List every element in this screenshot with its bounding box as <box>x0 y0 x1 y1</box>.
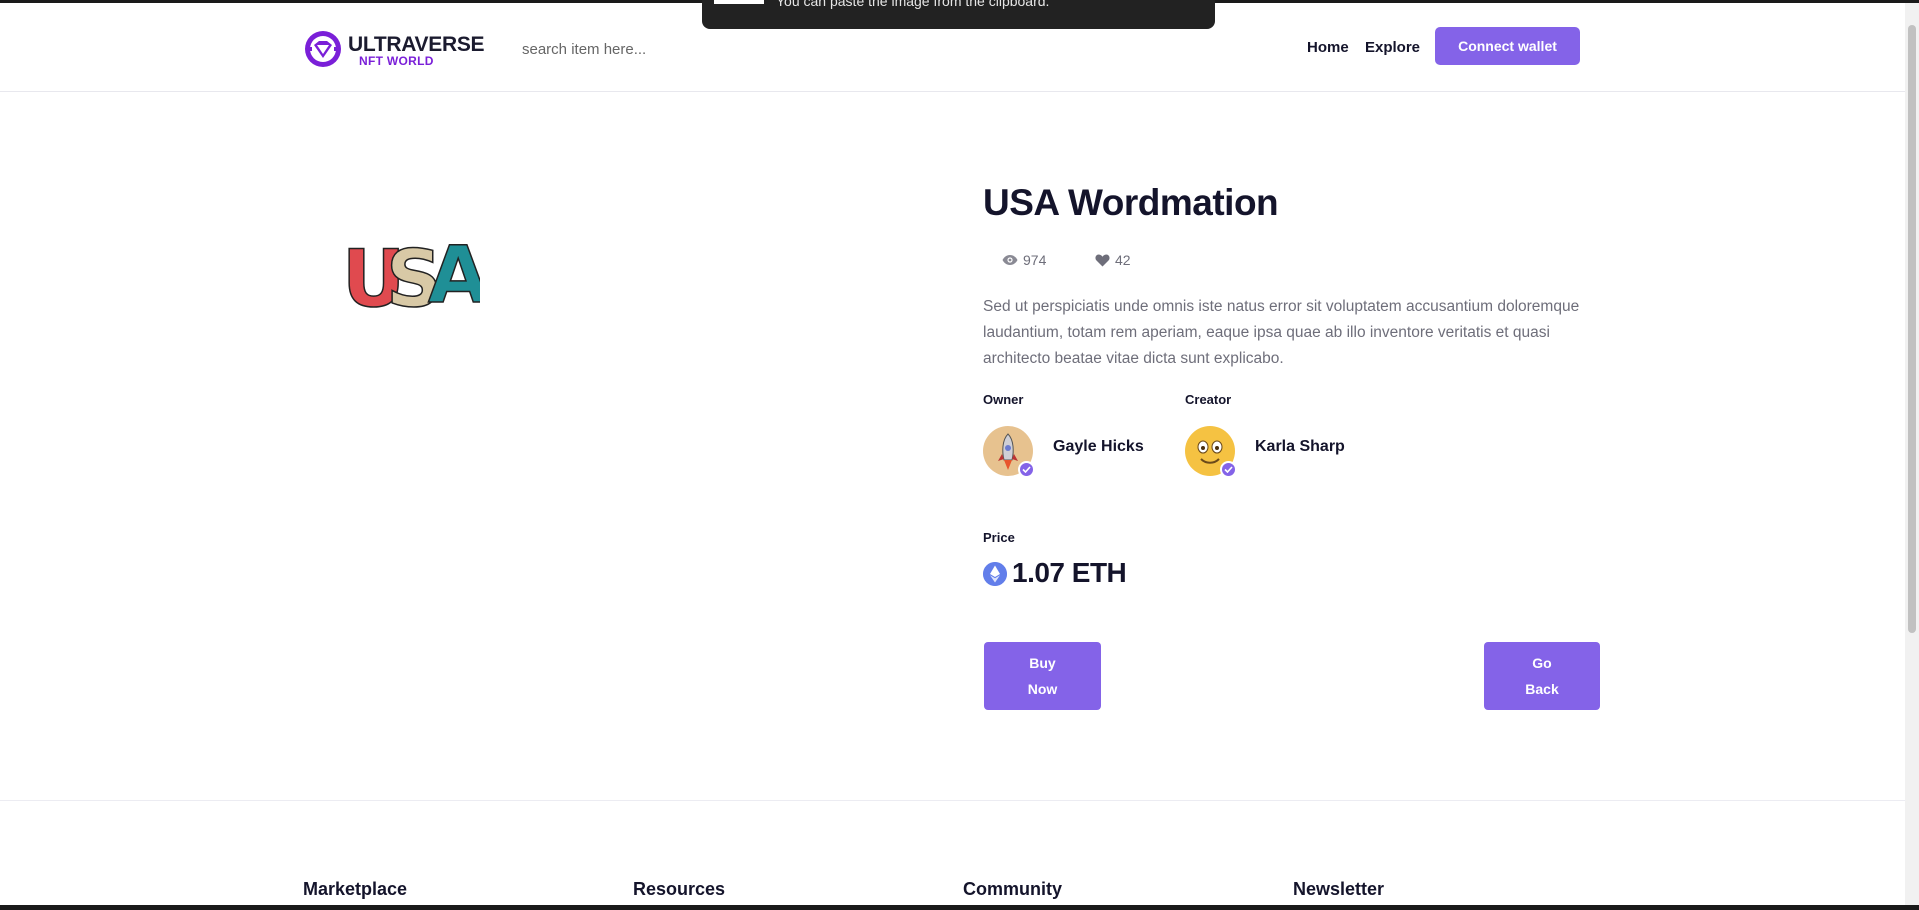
likes-stat[interactable]: 42 <box>1095 252 1131 268</box>
artwork-letter-a: A <box>428 231 480 312</box>
verified-icon <box>1018 461 1035 478</box>
nav-home-link[interactable]: Home <box>1307 39 1349 56</box>
toast-message: You can paste the image from the clipboa… <box>776 0 1050 9</box>
owner-label: Owner <box>983 392 1024 407</box>
views-count: 974 <box>1023 252 1047 268</box>
item-price: 1.07 ETH <box>1012 557 1127 588</box>
page-scrollbar[interactable] <box>1905 3 1919 905</box>
nft-artwork-image[interactable]: U S A <box>340 228 480 312</box>
go-back-button[interactable]: Go Back <box>1484 642 1600 710</box>
creator-avatar[interactable] <box>1185 426 1237 478</box>
footer-heading-marketplace: Marketplace <box>303 879 408 899</box>
footer-heading-newsletter: Newsletter <box>1293 879 1385 899</box>
toast-icon-box <box>714 0 764 4</box>
creator-name[interactable]: Karla Sharp <box>1255 438 1345 456</box>
verified-icon <box>1220 461 1237 478</box>
ethereum-icon <box>983 562 1007 586</box>
logo-icon <box>305 31 341 67</box>
creator-label: Creator <box>1185 392 1232 407</box>
likes-count: 42 <box>1115 252 1131 268</box>
buy-now-label: Buy Now <box>1027 655 1058 697</box>
scrollbar-thumb[interactable] <box>1908 25 1916 633</box>
eye-icon <box>1002 255 1018 265</box>
owner-avatar[interactable] <box>983 426 1035 478</box>
item-title: USA Wordmation <box>983 182 1279 223</box>
footer-heading-community: Community <box>963 879 1062 899</box>
footer-divider <box>0 800 1905 801</box>
logo-subtitle: NFT WORLD <box>359 54 434 68</box>
views-stat: 974 <box>1002 252 1046 268</box>
price-label: Price <box>983 530 1015 545</box>
site-logo[interactable]: ULTRAVERSE NFT WORLD <box>303 27 485 69</box>
footer-heading-resources: Resources <box>633 879 726 899</box>
go-back-label: Go Back <box>1525 655 1559 697</box>
connect-wallet-button[interactable]: Connect wallet <box>1435 27 1580 65</box>
clipboard-toast: You can paste the image from the clipboa… <box>702 0 1215 29</box>
buy-now-button[interactable]: Buy Now <box>984 642 1101 710</box>
nav-explore-link[interactable]: Explore <box>1365 39 1420 56</box>
item-description: Sed ut perspiciatis unde omnis iste natu… <box>983 298 1580 367</box>
window-bottom-border <box>0 905 1919 910</box>
search-input[interactable] <box>520 33 784 65</box>
heart-icon <box>1095 254 1110 266</box>
owner-name[interactable]: Gayle Hicks <box>1053 438 1144 456</box>
